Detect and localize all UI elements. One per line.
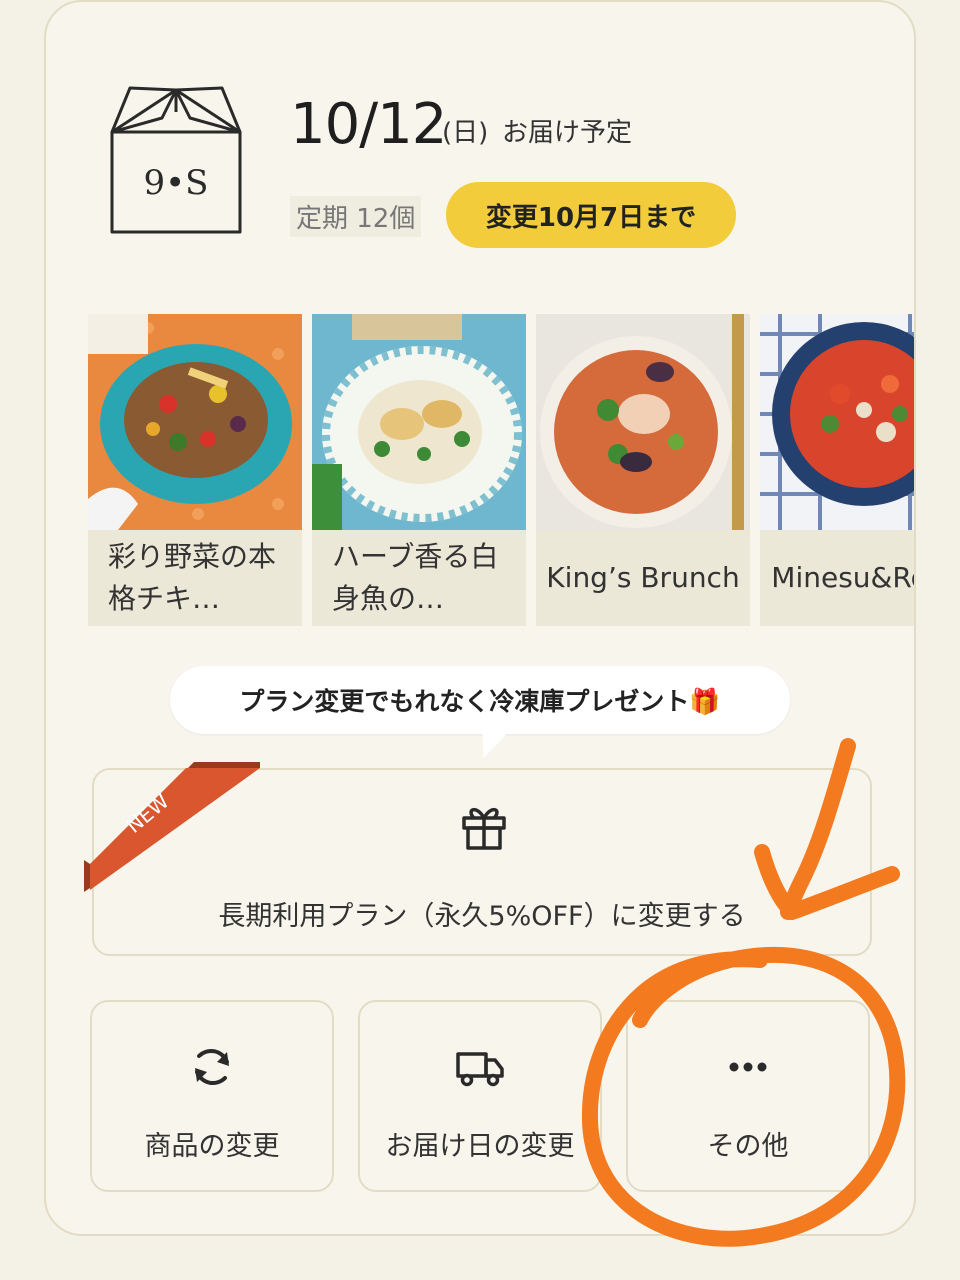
product-photo: [536, 314, 750, 530]
product-name: 彩り野菜の本格チキ…: [108, 540, 277, 615]
change-deadline-badge[interactable]: 変更10月7日まで: [446, 182, 736, 248]
product-carousel[interactable]: 彩り野菜の本格チキ… ハーブ香る白身魚の… King’s Brunch Mine…: [88, 314, 914, 626]
promo-speech-bubble: プラン変更でもれなく冷凍庫プレゼント🎁: [170, 666, 790, 734]
truck-icon: [456, 1052, 504, 1087]
plan-tag: 定期 12個: [290, 196, 422, 237]
action-label: その他: [707, 1131, 789, 1162]
product-photo: [760, 314, 914, 530]
box-icon: 9•S: [110, 86, 242, 234]
product-card[interactable]: 彩り野菜の本格チキ…: [88, 314, 302, 626]
gift-icon: [462, 807, 506, 850]
product-card[interactable]: King’s Brunch: [536, 314, 750, 626]
product-name: Minesu&Rone: [771, 561, 914, 594]
product-card[interactable]: Minesu&Rone: [760, 314, 914, 626]
other-options-button[interactable]: その他: [626, 1000, 870, 1192]
more-dots-icon: [729, 1062, 767, 1072]
action-label: 商品の変更: [144, 1131, 280, 1162]
box-logo-text: 9•S: [144, 163, 209, 203]
change-products-button[interactable]: 商品の変更: [90, 1000, 334, 1192]
delivery-card: 9•S 10/12 (日) お届け予定 定期 12個 変更10月7日まで 彩り野…: [44, 0, 916, 1236]
action-label: お届け日の変更: [385, 1131, 575, 1162]
product-photo: [88, 314, 302, 530]
product-name: King’s Brunch: [546, 561, 740, 594]
delivery-day-of-week: (日): [442, 118, 489, 148]
delivery-date: 10/12: [290, 92, 447, 157]
change-delivery-date-button[interactable]: お届け日の変更: [358, 1000, 602, 1192]
product-photo: [312, 314, 526, 530]
bubble-tail: [469, 730, 511, 758]
refresh-icon: [195, 1048, 229, 1086]
product-name: ハーブ香る白身魚の…: [332, 540, 499, 615]
new-ribbon: NEW: [84, 762, 260, 892]
product-card[interactable]: ハーブ香る白身魚の…: [312, 314, 526, 626]
delivery-status: お届け予定: [502, 118, 633, 148]
